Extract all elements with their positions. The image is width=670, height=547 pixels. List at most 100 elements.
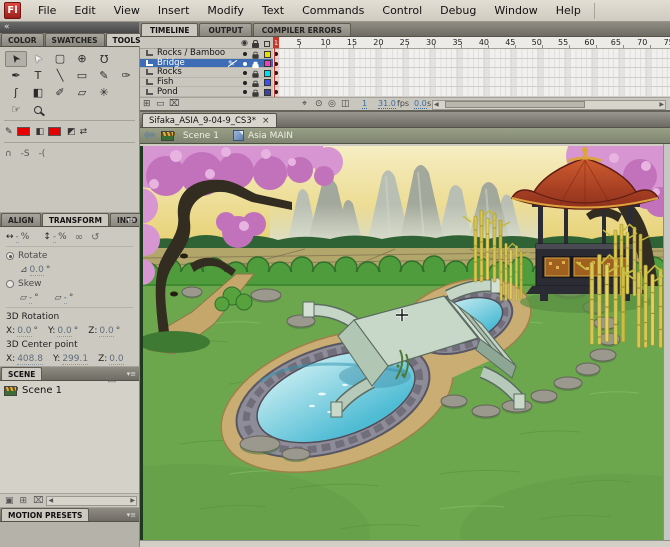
current-frame-value[interactable]: 1	[362, 99, 368, 109]
keyframe-dot[interactable]	[274, 52, 278, 56]
layer-visibility-dot[interactable]	[243, 80, 247, 85]
menu-view[interactable]: View	[105, 0, 149, 21]
text-tool[interactable]: T	[27, 68, 49, 84]
hand-tool[interactable]: ☞	[5, 102, 27, 118]
keyframe-dot[interactable]	[274, 61, 278, 66]
keyframe-dot[interactable]	[274, 90, 278, 95]
new-layer-button[interactable]: ⊞	[143, 99, 151, 109]
center-3d-y-value[interactable]: 299.1	[62, 354, 89, 365]
center-frame-button[interactable]: ⌖	[302, 99, 307, 109]
skew-vertical-value[interactable]: -	[63, 293, 67, 304]
straighten-option-button[interactable]: -(	[39, 149, 46, 159]
black-white-colors-button[interactable]: ◩	[67, 127, 76, 137]
tab-scene[interactable]: SCENE	[1, 367, 43, 380]
scale-width-value[interactable]: -	[15, 232, 19, 243]
layer-row-rocks[interactable]: Rocks	[140, 67, 670, 78]
stage-horizontal-scrollbar[interactable]	[140, 540, 670, 547]
add-scene-button[interactable]: ⊞	[20, 496, 28, 506]
layer-frames-track[interactable]	[273, 77, 670, 88]
subselection-tool[interactable]: ➤	[27, 51, 49, 67]
tab-compiler-errors[interactable]: COMPILER ERRORS	[252, 23, 351, 36]
layer-outline-color-square[interactable]	[264, 60, 271, 68]
menu-control[interactable]: Control	[373, 0, 431, 21]
layer-outline-color-square[interactable]	[264, 69, 271, 77]
snap-to-objects-magnet-button[interactable]: ∩	[5, 149, 12, 159]
collapse-panels-button[interactable]: «	[0, 22, 139, 33]
layer-outline-color-square[interactable]	[264, 88, 271, 96]
onion-skin-button[interactable]: ⊙	[315, 99, 323, 109]
tab-transform[interactable]: TRANSFORM	[41, 213, 109, 226]
panel-menu-icon[interactable]: ▾≡	[127, 216, 136, 224]
onion-skin-outlines-button[interactable]: ◎	[328, 99, 336, 109]
tab-swatches[interactable]: SWATCHES	[44, 33, 105, 46]
frame-rate-value[interactable]: 31.0	[378, 99, 396, 109]
constrain-link-icon[interactable]: ∞	[75, 232, 83, 243]
document-tab[interactable]: Sifaka_ASIA_9-04-9_CS3* ×	[142, 113, 277, 127]
duplicate-scene-button[interactable]: ▣	[5, 496, 14, 506]
reset-scale-icon[interactable]: ↺	[91, 232, 99, 243]
rotate-radio[interactable]	[6, 252, 14, 260]
paint-bucket-tool[interactable]: ◧	[27, 85, 49, 101]
rectangle-tool[interactable]: ▭	[71, 68, 93, 84]
smooth-option-button[interactable]: -S	[21, 149, 30, 159]
layer-row-fish[interactable]: Fish	[140, 77, 670, 88]
tab-timeline[interactable]: TIMELINE	[141, 23, 199, 36]
menu-text[interactable]: Text	[253, 0, 293, 21]
tab-motion-presets[interactable]: MOTION PRESETS	[1, 508, 90, 521]
show-hide-all-layers-eye-icon[interactable]: ◉	[241, 38, 248, 47]
menu-help[interactable]: Help	[547, 0, 590, 21]
playhead-marker[interactable]: 1	[273, 37, 279, 48]
delete-scene-button[interactable]: ⌧	[33, 496, 43, 506]
menu-commands[interactable]: Commands	[293, 0, 373, 21]
layer-outline-color-square[interactable]	[264, 50, 271, 58]
skew-radio[interactable]	[6, 280, 14, 288]
panel-menu-icon[interactable]: ▾≡	[127, 511, 136, 519]
lasso-tool[interactable]: Ω	[93, 51, 115, 67]
fl-logo[interactable]: Fl	[4, 2, 21, 19]
stroke-color-swatch[interactable]	[16, 127, 30, 136]
layer-visibility-dot[interactable]	[243, 71, 247, 76]
timeline-horizontal-scrollbar[interactable]: ◀ ▶	[432, 99, 666, 110]
menu-file[interactable]: File	[29, 0, 65, 21]
close-document-icon[interactable]: ×	[262, 116, 270, 126]
free-transform-tool[interactable]: ▢	[49, 51, 71, 67]
back-button[interactable]: ⇦	[144, 129, 155, 142]
layer-frames-track[interactable]	[273, 68, 670, 78]
layer-visibility-dot[interactable]	[243, 61, 247, 66]
keyframe-dot[interactable]	[274, 80, 278, 85]
tab-output[interactable]: OUTPUT	[199, 23, 252, 36]
panel-menu-icon[interactable]: ▾≡	[127, 370, 136, 378]
fill-color-swatch[interactable]	[48, 127, 62, 136]
delete-layer-button[interactable]: ⌧	[169, 99, 179, 109]
rotation-3d-z-value[interactable]: 0.0	[99, 326, 114, 337]
brush-tool[interactable]: ✑	[115, 68, 137, 84]
menu-edit[interactable]: Edit	[65, 0, 104, 21]
pen-tool[interactable]: ✒	[5, 68, 27, 84]
swap-colors-button[interactable]: ⇄	[80, 127, 88, 137]
rotate-value[interactable]: 0.0	[29, 265, 44, 276]
eyedropper-tool[interactable]: ✐	[49, 85, 71, 101]
layer-row-rocks-bamboo[interactable]: Rocks / Bamboo	[140, 48, 670, 59]
layer-frames-track[interactable]	[273, 87, 670, 97]
eraser-tool[interactable]: ▱	[71, 85, 93, 101]
scrollbar-thumb[interactable]	[445, 101, 585, 108]
layer-outline-color-square[interactable]	[264, 79, 271, 87]
menu-window[interactable]: Window	[485, 0, 546, 21]
layer-visibility-dot[interactable]	[243, 52, 247, 56]
3d-rotation-tool[interactable]: ⊕	[71, 51, 93, 67]
skew-horizontal-value[interactable]: -	[28, 293, 33, 304]
deco-tool[interactable]: ✳	[93, 85, 115, 101]
selection-tool[interactable]: ➤	[5, 50, 27, 67]
line-tool[interactable]: ╲	[49, 68, 71, 84]
scene-horizontal-scrollbar[interactable]: ◀ ▶	[46, 495, 137, 506]
layer-frames-track[interactable]	[273, 49, 670, 59]
pencil-tool[interactable]: ✎	[93, 68, 115, 84]
timeline-frame-ruler[interactable]: 510 1520 2530 3540 4550 5560 6570 75 1	[273, 37, 670, 49]
stage-canvas[interactable]	[140, 144, 663, 540]
breadcrumb-symbol[interactable]: Asia MAIN	[248, 131, 293, 141]
scale-height-value[interactable]: -	[52, 232, 57, 243]
rotation-3d-y-value[interactable]: 0.0	[57, 326, 72, 337]
show-layers-as-outlines-icon[interactable]	[264, 40, 270, 49]
new-folder-button[interactable]: ▭	[156, 99, 165, 109]
edit-multiple-frames-button[interactable]: ◫	[341, 99, 350, 109]
